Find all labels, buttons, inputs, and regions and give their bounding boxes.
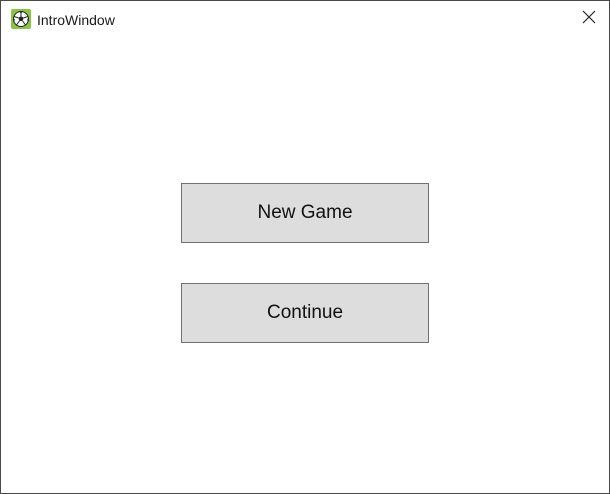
soccer-ball-icon (11, 9, 31, 29)
close-button[interactable] (569, 1, 609, 37)
title-bar[interactable]: IntroWindow (1, 1, 609, 39)
window-content: New Game Continue (1, 39, 609, 493)
new-game-button[interactable]: New Game (181, 183, 429, 243)
continue-button[interactable]: Continue (181, 283, 429, 343)
intro-window: IntroWindow New Game Continue (0, 0, 610, 494)
close-icon (582, 10, 596, 29)
window-title: IntroWindow (37, 12, 115, 28)
